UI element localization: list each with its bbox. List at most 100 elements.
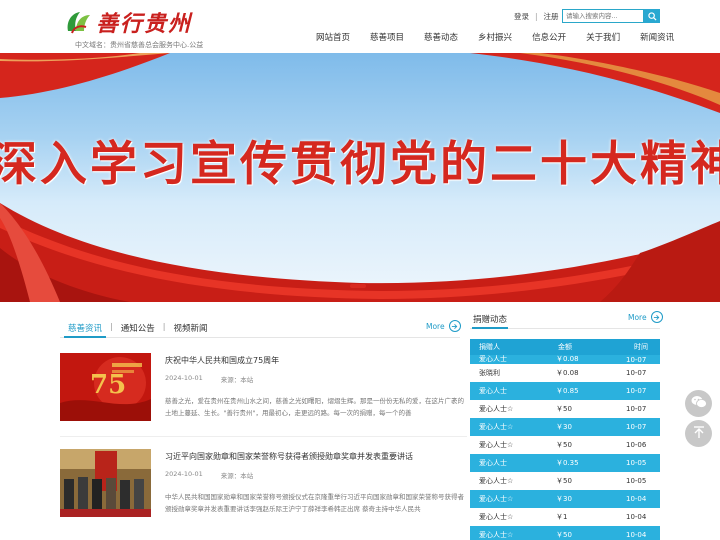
news-thumbnail-ceremony[interactable] <box>60 449 151 517</box>
news-more-link[interactable]: More <box>426 320 461 332</box>
column-donor: 捐赠人 <box>479 343 500 351</box>
donation-table-header: 捐赠人 金额 时间 <box>470 339 660 355</box>
donation-more-link[interactable]: More <box>628 311 663 323</box>
donation-amount: ￥30 <box>556 423 572 431</box>
donation-amount: ￥0.08 <box>556 355 579 363</box>
wechat-button[interactable] <box>685 390 712 417</box>
donor-name: 爱心人士☆ <box>479 423 514 431</box>
donor-name: 爱心人士☆ <box>479 441 514 449</box>
table-row: 爱心人士☆ ￥1 10-04 <box>470 508 660 526</box>
news-thumbnail-anniversary[interactable]: 75 <box>60 353 151 421</box>
register-link[interactable]: 注册 <box>544 11 559 22</box>
table-row: 爱心人士☆ ￥50 10-04 <box>470 526 660 540</box>
nav-item-news-charity[interactable]: 慈善动态 <box>414 31 468 43</box>
donation-time: 10-05 <box>626 477 647 485</box>
news-tabs: 慈善资讯 | 通知公告 | 视频新闻 <box>60 318 460 338</box>
news-summary: 慈善之光，爱在贵州在贵州山水之间，慈善之光如曙阳，熠熠生辉。那是一份份无私的爱，… <box>165 397 464 417</box>
table-row: 爱心人士☆ ￥50 10-07 <box>470 400 660 418</box>
search-button[interactable] <box>644 9 660 23</box>
nav-item-projects[interactable]: 慈善项目 <box>360 31 414 43</box>
table-row: 爱心人士☆ ￥30 10-07 <box>470 418 660 436</box>
donation-time: 10-07 <box>626 369 647 377</box>
back-to-top-icon <box>693 424 705 443</box>
logo-title: 善行贵州 <box>96 11 193 37</box>
search-box <box>562 9 660 23</box>
donor-name: 爱心人士☆ <box>479 477 514 485</box>
banner-headline: 深入学习宣传贯彻党的二十大精神 <box>0 137 720 192</box>
nav-item-disclosure[interactable]: 信息公开 <box>522 31 576 43</box>
news-date: 2024-10-01 <box>165 470 203 478</box>
table-row: 爱心人士 ￥0.85 10-07 <box>470 382 660 400</box>
tab-video-news[interactable]: 视频新闻 <box>165 318 215 337</box>
arrow-right-icon <box>448 320 461 332</box>
donor-name: 爱心人士 <box>479 355 507 363</box>
donation-time: 10-04 <box>626 531 647 539</box>
news-date: 2024-10-01 <box>165 374 203 382</box>
news-source: 来源：本站 <box>220 472 254 480</box>
nav-item-home[interactable]: 网站首页 <box>306 31 360 43</box>
donation-amount: ￥50 <box>556 405 572 413</box>
tab-notices[interactable]: 通知公告 <box>113 318 163 337</box>
donation-time: 10-07 <box>626 387 647 395</box>
news-source: 来源：本站 <box>220 376 254 384</box>
donor-name: 爱心人士☆ <box>479 531 514 539</box>
column-time: 时间 <box>634 343 648 351</box>
back-to-top-button[interactable] <box>685 420 712 447</box>
banner-pager-dot[interactable] <box>350 284 366 288</box>
donation-table-body: 爱心人士 ￥0.08 10-07 张晓利 ￥0.08 10-07 爱心人士 ￥0… <box>470 355 660 540</box>
wechat-icon <box>691 394 707 413</box>
search-icon <box>647 9 657 24</box>
news-more-label: More <box>426 321 445 331</box>
news-item[interactable]: 75 庆祝中华人民共和国成立75周年 2024-10-01 来源：本站 慈善之光… <box>60 353 467 437</box>
donation-time: 10-07 <box>626 405 647 413</box>
donation-amount: ￥0.08 <box>556 369 579 377</box>
news-title[interactable]: 庆祝中华人民共和国成立75周年 <box>165 355 279 366</box>
donation-time: 10-07 <box>626 356 647 364</box>
news-divider <box>60 436 467 437</box>
table-row: 爱心人士 ￥0.08 10-07 <box>470 355 660 364</box>
nav-item-rural[interactable]: 乡村振兴 <box>468 31 522 43</box>
logo-leaf-icon <box>64 9 92 35</box>
table-row: 爱心人士☆ ￥30 10-04 <box>470 490 660 508</box>
site-logo[interactable]: 善行贵州 <box>64 6 192 38</box>
column-amount: 金额 <box>558 343 572 351</box>
donation-title-underline <box>472 327 508 329</box>
arrow-right-icon <box>650 311 663 323</box>
news-title[interactable]: 习近平向国家勋章和国家荣誉称号获得者颁授勋章奖章并发表重要讲话 <box>165 451 413 462</box>
news-meta: 2024-10-01 来源：本站 <box>165 470 253 480</box>
donor-name: 张晓利 <box>479 369 500 377</box>
donation-amount: ￥30 <box>556 495 572 503</box>
hero-banner[interactable]: 深入学习宣传贯彻党的二十大精神 <box>0 53 720 302</box>
donation-amount: ￥0.35 <box>556 459 579 467</box>
donation-amount: ￥1 <box>556 513 568 521</box>
nav-item-news[interactable]: 新闻资讯 <box>630 31 684 43</box>
donor-name: 爱心人士☆ <box>479 405 514 413</box>
main-nav: 网站首页 慈善项目 慈善动态 乡村振兴 信息公开 关于我们 新闻资讯 <box>306 31 684 43</box>
search-input[interactable] <box>562 9 644 23</box>
donor-name: 爱心人士☆ <box>479 513 514 521</box>
table-row: 张晓利 ￥0.08 10-07 <box>470 364 660 382</box>
donor-name: 爱心人士 <box>479 459 507 467</box>
table-row: 爱心人士 ￥0.35 10-05 <box>470 454 660 472</box>
link-separator: | <box>535 12 538 21</box>
nav-item-about[interactable]: 关于我们 <box>576 31 630 43</box>
donation-amount: ￥0.85 <box>556 387 579 395</box>
table-row: 爱心人士☆ ￥50 10-06 <box>470 436 660 454</box>
tab-charity-news[interactable]: 慈善资讯 <box>60 318 110 338</box>
donation-amount: ￥50 <box>556 477 572 485</box>
donation-amount: ￥50 <box>556 531 572 539</box>
donation-time: 10-05 <box>626 459 647 467</box>
site-header: 善行贵州 中文域名：贵州省慈善总会服务中心.公益 登录 | 注册 网站首页 慈善… <box>0 0 720 52</box>
donation-table: 捐赠人 金额 时间 爱心人士 ￥0.08 10-07 张晓利 ￥0.08 10-… <box>470 339 660 540</box>
domain-line: 中文域名：贵州省慈善总会服务中心.公益 <box>75 41 204 49</box>
donation-time: 10-07 <box>626 423 647 431</box>
login-link[interactable]: 登录 <box>514 11 529 22</box>
donation-time: 10-06 <box>626 441 647 449</box>
donor-name: 爱心人士 <box>479 387 507 395</box>
news-meta: 2024-10-01 来源：本站 <box>165 374 253 384</box>
news-item[interactable]: 习近平向国家勋章和国家荣誉称号获得者颁授勋章奖章并发表重要讲话 2024-10-… <box>60 449 467 533</box>
donor-name: 爱心人士☆ <box>479 495 514 503</box>
svg-text:75: 75 <box>90 370 126 400</box>
table-row: 爱心人士☆ ￥50 10-05 <box>470 472 660 490</box>
donation-title: 捐赠动态 <box>473 315 508 325</box>
